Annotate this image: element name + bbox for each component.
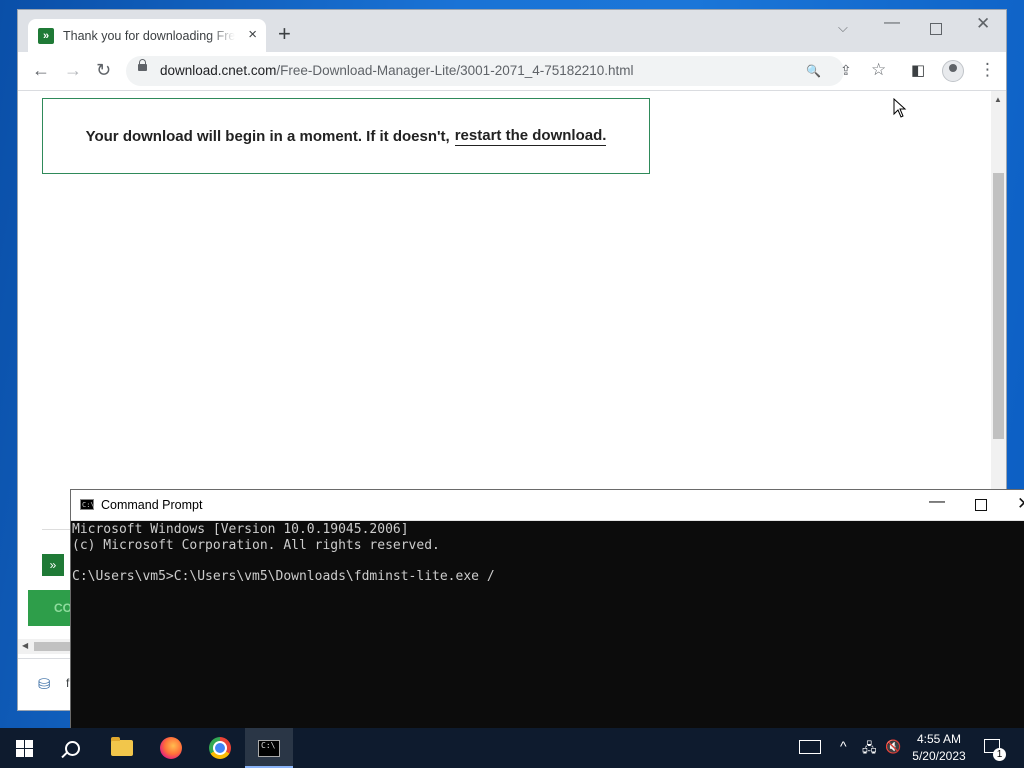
browser-toolbar: ← → ↻ download.cnet.com/Free-Download-Ma…: [18, 52, 1006, 91]
taskbar-command-prompt[interactable]: C:\: [245, 728, 293, 768]
scroll-up-icon[interactable]: ▲: [994, 95, 1002, 104]
scroll-left-icon[interactable]: ◀: [22, 641, 28, 650]
start-button[interactable]: [0, 728, 48, 768]
installer-file-icon[interactable]: ⛁: [38, 675, 51, 693]
console-line: Microsoft Windows [Version 10.0.19045.20…: [72, 522, 409, 537]
cmd-titlebar[interactable]: C:\ Command Prompt — ✕: [71, 490, 1024, 521]
console-line: C:\Users\vm5>C:\Users\vm5\Downloads\fdmi…: [72, 569, 495, 585]
lock-icon[interactable]: [138, 59, 147, 71]
cmd-maximize-button[interactable]: [975, 499, 987, 511]
horizontal-scrollbar[interactable]: ◀: [18, 639, 78, 654]
new-tab-icon[interactable]: +: [278, 23, 291, 45]
profile-avatar[interactable]: [942, 60, 964, 82]
menu-icon[interactable]: ⋮: [979, 60, 996, 80]
cmd-close-button[interactable]: ✕: [1017, 494, 1024, 514]
close-window-button[interactable]: ✕: [976, 14, 990, 34]
tab-thank-you-download[interactable]: » Thank you for downloading Free Downloa…: [28, 19, 266, 52]
forward-icon[interactable]: →: [64, 60, 82, 80]
news-widget-icon[interactable]: [799, 740, 821, 754]
clock-time: 4:55 AM: [916, 732, 962, 746]
taskbar-firefox[interactable]: [147, 728, 195, 768]
maximize-button[interactable]: [930, 23, 942, 35]
double-chevron-icon: »: [38, 27, 54, 44]
reload-icon[interactable]: ↻: [96, 60, 111, 80]
notification-count-badge: 1: [993, 748, 1006, 761]
download-banner: Your download will begin in a moment. If…: [42, 98, 650, 174]
search-icon[interactable]: 🔍: [806, 64, 821, 78]
tab-close-icon[interactable]: ×: [248, 26, 257, 43]
cmd-app-icon: C:\: [80, 499, 95, 510]
command-prompt-icon: C:\: [258, 739, 280, 757]
search-button[interactable]: [48, 728, 96, 768]
minimize-button[interactable]: —: [884, 14, 900, 32]
taskbar: C:\ ^ 🖧 🔇 4:55 AM 5/20/2023 1: [0, 728, 1024, 768]
cnet-badge-icon: »: [42, 554, 64, 576]
taskbar-chrome[interactable]: [196, 728, 244, 768]
taskbar-file-explorer[interactable]: [98, 728, 146, 768]
back-icon[interactable]: ←: [32, 60, 50, 80]
cmd-title: Command Prompt: [101, 498, 203, 512]
chrome-icon: [209, 737, 231, 759]
clock-date: 5/20/2023: [912, 749, 966, 763]
system-clock[interactable]: 4:55 AM 5/20/2023: [906, 731, 972, 765]
side-panel-icon[interactable]: ◧: [911, 61, 925, 79]
bookmark-star-icon[interactable]: ☆: [871, 60, 886, 80]
share-icon[interactable]: ⇪: [840, 62, 852, 79]
url-text[interactable]: download.cnet.com/Free-Download-Manager-…: [160, 63, 634, 78]
tab-title: Thank you for downloading Free Download …: [63, 28, 235, 43]
network-icon[interactable]: 🖧: [862, 739, 877, 761]
command-prompt-window: C:\ Command Prompt — ✕ Microsoft Windows…: [71, 490, 1024, 728]
console-line: (c) Microsoft Corporation. All rights re…: [72, 537, 440, 553]
download-item-name[interactable]: f: [66, 676, 69, 690]
firefox-icon: [160, 737, 182, 759]
restart-download-link[interactable]: restart the download.: [454, 127, 607, 146]
cmd-minimize-button[interactable]: —: [929, 493, 945, 511]
url-host: download.cnet.com: [160, 63, 277, 78]
folder-icon: [111, 737, 133, 756]
tab-search-icon[interactable]: ⌵: [838, 20, 848, 36]
address-bar[interactable]: download.cnet.com/Free-Download-Manager-…: [126, 56, 844, 86]
scroll-thumb[interactable]: [993, 173, 1004, 439]
tab-strip: » Thank you for downloading Free Downloa…: [18, 10, 1006, 52]
windows-logo-icon: [15, 739, 33, 757]
volume-muted-icon[interactable]: 🔇: [885, 739, 901, 755]
url-path: /Free-Download-Manager-Lite/3001-2071_4-…: [276, 63, 634, 78]
cmd-console-output[interactable]: Microsoft Windows [Version 10.0.19045.20…: [72, 522, 1024, 722]
banner-text: Your download will begin in a moment. If…: [85, 127, 450, 145]
chevron-up-icon[interactable]: ^: [840, 738, 847, 754]
search-icon: [64, 740, 80, 756]
